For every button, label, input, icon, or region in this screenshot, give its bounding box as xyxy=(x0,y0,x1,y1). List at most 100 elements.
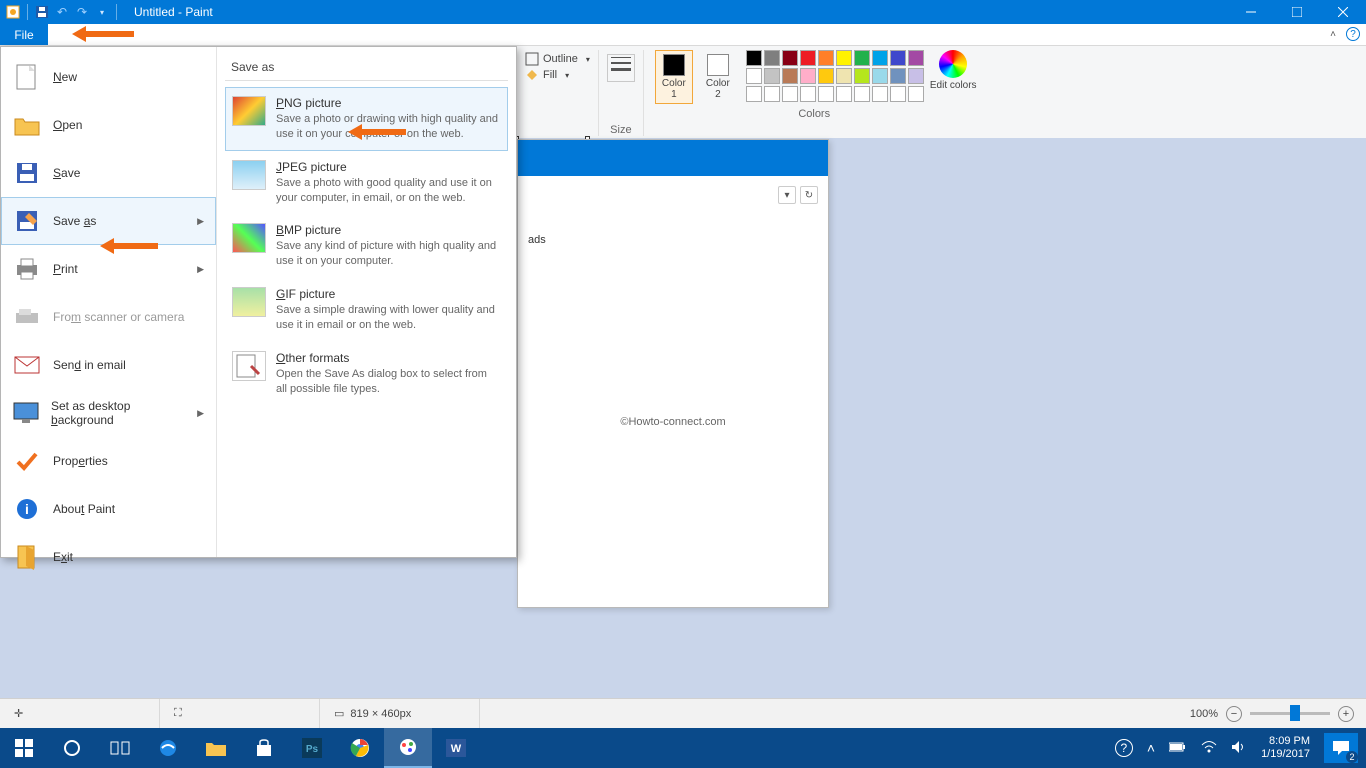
tray-help-icon[interactable]: ? xyxy=(1115,739,1133,757)
tray-volume-icon[interactable] xyxy=(1231,740,1247,757)
file-open[interactable]: Open xyxy=(1,101,216,149)
color-swatch[interactable] xyxy=(908,68,924,84)
save-icon[interactable] xyxy=(33,3,51,21)
svg-text:i: i xyxy=(25,501,29,517)
color-swatch[interactable] xyxy=(890,68,906,84)
shape-styles-section: Outline▾ Fill▾ xyxy=(517,50,599,136)
color-swatch[interactable] xyxy=(782,50,798,66)
file-save[interactable]: Save xyxy=(1,149,216,197)
jpeg-format-icon xyxy=(232,160,266,190)
selection-size-cell: ⛶ xyxy=(160,699,320,728)
zoom-controls: 100% − + xyxy=(1178,706,1366,722)
taskbar-store-icon[interactable] xyxy=(240,728,288,768)
email-icon xyxy=(13,351,41,379)
exit-icon xyxy=(13,543,41,571)
system-tray: ? ˄ 8:09 PM 1/19/2017 2 xyxy=(1115,733,1366,763)
color-swatch[interactable] xyxy=(890,50,906,66)
panel-dropdown-button[interactable]: ▾ xyxy=(778,186,796,204)
cortana-button[interactable] xyxy=(48,728,96,768)
color-swatch[interactable] xyxy=(836,86,852,102)
color-swatch[interactable] xyxy=(746,50,762,66)
taskbar-paint-icon[interactable] xyxy=(384,728,432,768)
tray-clock[interactable]: 8:09 PM 1/19/2017 xyxy=(1261,735,1310,761)
color-swatch[interactable] xyxy=(908,86,924,102)
tray-wifi-icon[interactable] xyxy=(1201,740,1217,757)
color-swatch[interactable] xyxy=(800,86,816,102)
edit-colors-button[interactable]: Edit colors xyxy=(930,50,977,91)
help-icon[interactable]: ? xyxy=(1346,27,1360,41)
fill-dropdown[interactable]: Fill▾ xyxy=(525,68,590,82)
color-swatch[interactable] xyxy=(872,50,888,66)
file-exit[interactable]: Exit xyxy=(1,533,216,581)
file-properties[interactable]: Properties xyxy=(1,437,216,485)
file-set-background[interactable]: Set as desktop background▶ xyxy=(1,389,216,437)
color-swatch[interactable] xyxy=(854,50,870,66)
file-about[interactable]: iAbout Paint xyxy=(1,485,216,533)
color-swatch[interactable] xyxy=(818,86,834,102)
color-swatch[interactable] xyxy=(890,86,906,102)
start-button[interactable] xyxy=(0,728,48,768)
color-swatch[interactable] xyxy=(854,86,870,102)
save-as-gif[interactable]: GIF pictureSave a simple drawing with lo… xyxy=(225,278,508,342)
file-send-email[interactable]: Send in email xyxy=(1,341,216,389)
action-center-button[interactable]: 2 xyxy=(1324,733,1358,763)
zoom-out-button[interactable]: − xyxy=(1226,706,1242,722)
title-bar: ↶ ↷ ▾ Untitled - Paint xyxy=(0,0,1366,24)
color-swatch[interactable] xyxy=(872,68,888,84)
watermark-text: ©Howto-connect.com xyxy=(518,276,828,448)
color-swatch[interactable] xyxy=(764,86,780,102)
panel-refresh-button[interactable]: ↻ xyxy=(800,186,818,204)
color-swatch[interactable] xyxy=(782,68,798,84)
color-2-button[interactable]: Color 2 xyxy=(699,50,737,104)
zoom-slider[interactable] xyxy=(1250,712,1330,715)
undo-icon[interactable]: ↶ xyxy=(53,3,71,21)
color-swatch[interactable] xyxy=(854,68,870,84)
secondary-document-panel: ▾ ↻ ads ©Howto-connect.com xyxy=(517,139,829,608)
close-button[interactable] xyxy=(1320,0,1366,24)
gif-format-icon xyxy=(232,287,266,317)
annotation-arrow xyxy=(100,240,158,252)
size-dropdown[interactable] xyxy=(607,54,635,82)
zoom-in-button[interactable]: + xyxy=(1338,706,1354,722)
color-swatch[interactable] xyxy=(800,68,816,84)
color-swatch[interactable] xyxy=(836,50,852,66)
save-as-icon xyxy=(13,207,41,235)
selection-size-icon: ⛶ xyxy=(174,707,182,720)
save-as-bmp[interactable]: BMP pictureSave any kind of picture with… xyxy=(225,214,508,278)
taskbar-word-icon[interactable]: W xyxy=(432,728,480,768)
qat-dropdown-icon[interactable]: ▾ xyxy=(93,3,111,21)
outline-dropdown[interactable]: Outline▾ xyxy=(525,52,590,66)
taskbar-chrome-icon[interactable] xyxy=(336,728,384,768)
color-swatch[interactable] xyxy=(818,50,834,66)
file-tab[interactable]: File xyxy=(0,24,48,45)
redo-icon[interactable]: ↷ xyxy=(73,3,91,21)
color-swatch[interactable] xyxy=(782,86,798,102)
save-as-other[interactable]: Other formatsOpen the Save As dialog box… xyxy=(225,342,508,406)
taskbar-photoshop-icon[interactable]: Ps xyxy=(288,728,336,768)
save-as-png[interactable]: PNG pictureSave a photo or drawing with … xyxy=(225,87,508,151)
color-swatch[interactable] xyxy=(818,68,834,84)
other-format-icon xyxy=(232,351,266,381)
window-title: Untitled - Paint xyxy=(134,5,213,19)
minimize-button[interactable] xyxy=(1228,0,1274,24)
color-swatch[interactable] xyxy=(872,86,888,102)
maximize-button[interactable] xyxy=(1274,0,1320,24)
color-swatch[interactable] xyxy=(908,50,924,66)
color-swatch[interactable] xyxy=(746,68,762,84)
taskbar-edge-icon[interactable] xyxy=(144,728,192,768)
taskbar-explorer-icon[interactable] xyxy=(192,728,240,768)
color-swatch[interactable] xyxy=(836,68,852,84)
paint-app-icon[interactable] xyxy=(4,3,22,21)
color-swatch[interactable] xyxy=(764,68,780,84)
color-swatch[interactable] xyxy=(800,50,816,66)
color-swatch[interactable] xyxy=(764,50,780,66)
save-as-jpeg[interactable]: JPEG pictureSave a photo with good quali… xyxy=(225,151,508,215)
color-swatch[interactable] xyxy=(746,86,762,102)
tray-battery-icon[interactable] xyxy=(1169,740,1187,756)
taskbar: Ps W ? ˄ 8:09 PM 1/19/2017 2 xyxy=(0,728,1366,768)
file-new[interactable]: NNewew xyxy=(1,53,216,101)
color-1-button[interactable]: Color 1 xyxy=(655,50,693,104)
tray-overflow-icon[interactable]: ˄ xyxy=(1147,740,1155,756)
task-view-button[interactable] xyxy=(96,728,144,768)
collapse-ribbon-icon[interactable]: ˄ xyxy=(1330,29,1336,40)
